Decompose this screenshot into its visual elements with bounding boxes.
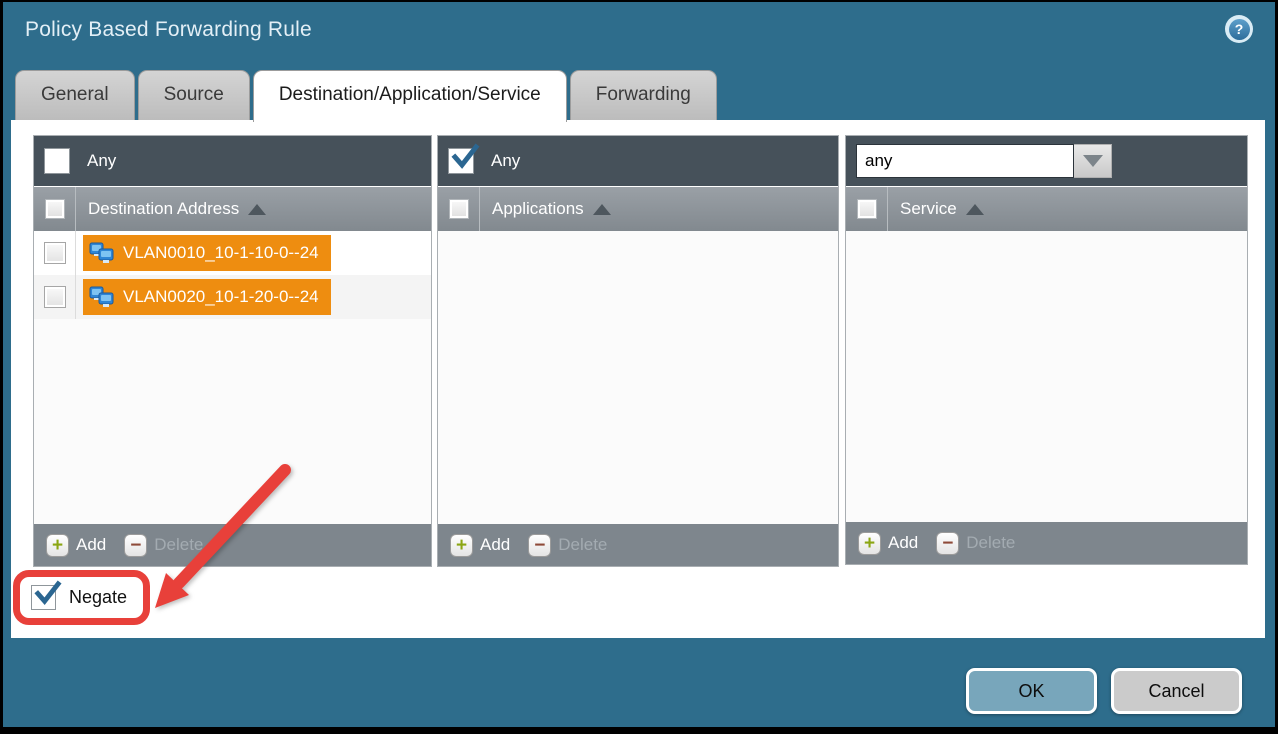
negate-checkbox[interactable] bbox=[31, 585, 56, 610]
tab-source[interactable]: Source bbox=[138, 70, 250, 120]
add-button[interactable]: + Add bbox=[450, 534, 510, 557]
destination-any-bar: Any bbox=[34, 136, 431, 186]
tab-general[interactable]: General bbox=[15, 70, 135, 120]
chevron-down-icon bbox=[1083, 155, 1103, 167]
applications-select-all-checkbox[interactable] bbox=[449, 199, 469, 219]
address-object-chip[interactable]: VLAN0010_10-1-10-0--24 bbox=[83, 235, 331, 271]
service-column-header[interactable]: Service bbox=[846, 186, 1247, 231]
sort-asc-icon bbox=[248, 204, 266, 215]
pbf-rule-dialog: Policy Based Forwarding Rule ? General S… bbox=[0, 0, 1278, 734]
service-any-bar: any bbox=[846, 136, 1247, 186]
destination-any-checkbox[interactable] bbox=[44, 148, 70, 174]
table-row[interactable]: VLAN0020_10-1-20-0--24 bbox=[34, 275, 431, 319]
applications-list bbox=[438, 231, 838, 524]
plus-icon: + bbox=[450, 534, 473, 557]
destination-list: VLAN0010_10-1-10-0--24 bbox=[34, 231, 431, 524]
service-dropdown-button[interactable] bbox=[1074, 144, 1112, 178]
destination-any-label: Any bbox=[87, 151, 116, 171]
service-column-title: Service bbox=[900, 199, 957, 219]
table-row[interactable]: VLAN0010_10-1-10-0--24 bbox=[34, 231, 431, 275]
help-icon[interactable]: ? bbox=[1225, 15, 1253, 43]
delete-button[interactable]: − Delete bbox=[124, 534, 203, 557]
plus-icon: + bbox=[858, 532, 881, 555]
network-computers-icon bbox=[89, 285, 115, 309]
add-button[interactable]: + Add bbox=[46, 534, 106, 557]
applications-toolbar: + Add − Delete bbox=[438, 524, 838, 566]
negate-label: Negate bbox=[69, 587, 127, 608]
service-dropdown-value[interactable]: any bbox=[856, 144, 1074, 178]
applications-column-title: Applications bbox=[492, 199, 584, 219]
destination-column-header[interactable]: Destination Address bbox=[34, 186, 431, 231]
service-list bbox=[846, 231, 1247, 522]
sort-asc-icon bbox=[966, 204, 984, 215]
tab-forwarding[interactable]: Forwarding bbox=[570, 70, 717, 120]
plus-icon: + bbox=[46, 534, 69, 557]
minus-icon: − bbox=[124, 534, 147, 557]
dialog-title: Policy Based Forwarding Rule bbox=[25, 18, 312, 42]
service-dropdown: any bbox=[856, 144, 1112, 178]
add-button[interactable]: + Add bbox=[858, 532, 918, 555]
sort-asc-icon bbox=[593, 204, 611, 215]
service-panel: any Service + Add bbox=[845, 135, 1248, 565]
network-computers-icon bbox=[89, 241, 115, 265]
question-mark-icon: ? bbox=[1229, 19, 1250, 40]
service-toolbar: + Add − Delete bbox=[846, 522, 1247, 564]
checkmark-icon bbox=[33, 580, 62, 609]
checkmark-icon bbox=[450, 143, 480, 173]
applications-panel: Any Applications + Add − Delete bbox=[437, 135, 839, 567]
address-object-chip[interactable]: VLAN0020_10-1-20-0--24 bbox=[83, 279, 331, 315]
destination-column-title: Destination Address bbox=[88, 199, 239, 219]
address-object-name: VLAN0020_10-1-20-0--24 bbox=[123, 287, 319, 307]
row-checkbox[interactable] bbox=[44, 286, 66, 308]
minus-icon: − bbox=[528, 534, 551, 557]
destination-panel: Any Destination Address bbox=[33, 135, 432, 567]
service-select-all-checkbox[interactable] bbox=[857, 199, 877, 219]
address-object-name: VLAN0010_10-1-10-0--24 bbox=[123, 243, 319, 263]
destination-toolbar: + Add − Delete bbox=[34, 524, 431, 566]
tab-content: Any Destination Address bbox=[11, 120, 1265, 638]
delete-button[interactable]: − Delete bbox=[936, 532, 1015, 555]
applications-any-checkbox[interactable] bbox=[448, 148, 474, 174]
tab-bar: General Source Destination/Application/S… bbox=[15, 70, 717, 122]
cancel-button[interactable]: Cancel bbox=[1111, 668, 1242, 714]
ok-button[interactable]: OK bbox=[966, 668, 1097, 714]
minus-icon: − bbox=[936, 532, 959, 555]
tab-destination-application-service[interactable]: Destination/Application/Service bbox=[253, 70, 567, 122]
applications-column-header[interactable]: Applications bbox=[438, 186, 838, 231]
applications-any-bar: Any bbox=[438, 136, 838, 186]
destination-select-all-checkbox[interactable] bbox=[45, 199, 65, 219]
applications-any-label: Any bbox=[491, 151, 520, 171]
row-checkbox[interactable] bbox=[44, 242, 66, 264]
delete-button[interactable]: − Delete bbox=[528, 534, 607, 557]
negate-option: Negate bbox=[31, 585, 127, 610]
